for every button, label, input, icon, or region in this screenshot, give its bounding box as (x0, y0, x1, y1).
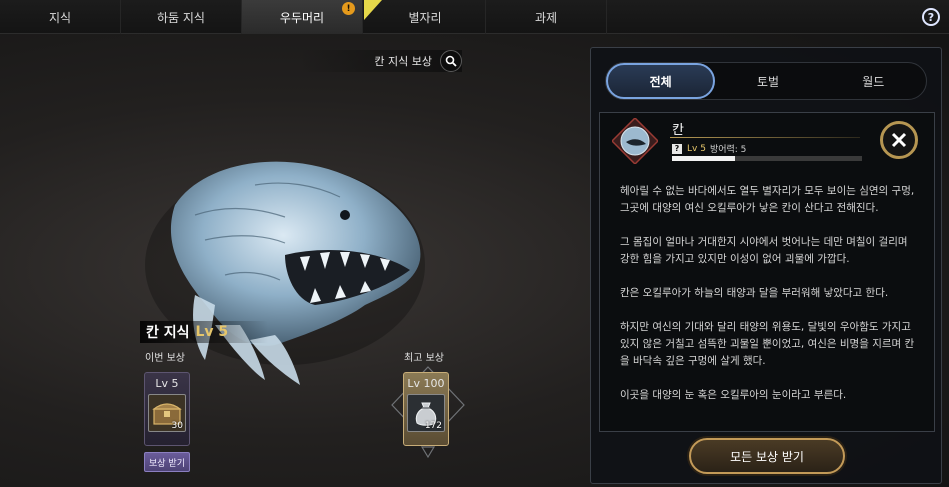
help-icon[interactable]: ? (922, 8, 940, 26)
tab-hadum-knowledge[interactable]: 하둠 지식 (121, 0, 242, 34)
boss-defense: 방어력: 5 (709, 145, 747, 155)
boss-stat-row: ? Lv 5 방어력: 5 (672, 142, 746, 155)
boss-level: Lv 5 (687, 143, 706, 154)
knowledge-title: 칸 지식 Lv 5 (140, 321, 269, 343)
tab-label: 하둠 지식 (157, 10, 205, 25)
boss-name-underline (670, 137, 860, 138)
best-reward-card[interactable]: Lv 100 172 (403, 372, 449, 446)
current-reward-label: 이번 보상 (145, 353, 185, 364)
knowledge-reward-search[interactable]: 칸 지식 보상 (300, 50, 462, 72)
top-tab-bar: 지식 하둠 지식 우두머리 ! 별자리 과제 ? (0, 0, 949, 34)
knowledge-level: Lv 5 (195, 324, 229, 340)
tab-label: 과제 (534, 10, 558, 25)
close-icon[interactable] (880, 121, 918, 159)
search-icon[interactable] (440, 50, 462, 72)
boss-progress-fill (672, 156, 735, 161)
tab-constellation[interactable]: 별자리 (365, 0, 486, 34)
best-reward-level: Lv 100 (407, 377, 445, 390)
tab-boss[interactable]: 우두머리 ! (242, 0, 363, 34)
description-paragraph: 칸은 오킬루아가 하늘의 태양과 달을 부러워해 낳았다고 한다. (620, 287, 889, 299)
unknown-stat-icon: ? (672, 143, 682, 154)
best-reward-label: 최고 보상 (404, 353, 444, 364)
filter-segment: 전체 토벌 월드 (605, 62, 927, 100)
best-reward-quantity: 172 (424, 421, 442, 431)
current-reward-quantity: 30 (171, 421, 183, 431)
boss-info-panel: 전체 토벌 월드 칸 ? Lv 5 방어력: 5 헤아릴 수 없는 바다에서도 … (590, 47, 942, 484)
tab-label: 우두머리 (279, 10, 325, 25)
boss-description: 헤아릴 수 없는 바다에서도 열두 별자리가 모두 보이는 심연의 구멍, 그곳… (620, 183, 920, 421)
alert-badge-icon: ! (342, 2, 355, 15)
treasure-chest-icon: 30 (148, 394, 186, 432)
boss-name: 칸 (672, 123, 684, 138)
knowledge-name: 칸 지식 (146, 325, 190, 341)
description-paragraph: 그 몸집이 얼마나 거대한지 시야에서 벗어나는 데만 며칠이 걸리며 강한 힘… (620, 236, 908, 265)
boss-detail-box: 칸 ? Lv 5 방어력: 5 헤아릴 수 없는 바다에서도 열두 별자리가 모… (599, 112, 935, 432)
kharn-portrait-icon (612, 118, 658, 164)
description-paragraph: 헤아릴 수 없는 바다에서도 열두 별자리가 모두 보이는 심연의 구멍, 그곳… (620, 185, 915, 214)
boss-knowledge-progress-bar (672, 156, 862, 161)
claim-reward-button[interactable]: 보상 받기 (144, 452, 190, 472)
description-paragraph: 하지만 여신의 기대와 달리 태양의 위용도, 달빛의 우아함도 가지고 있지 … (620, 321, 915, 367)
tab-tasks[interactable]: 과제 (486, 0, 607, 34)
tab-label: 지식 (48, 10, 72, 25)
description-paragraph: 이곳을 대양의 눈 혹은 오킬루아의 눈이라고 부른다. (620, 389, 847, 401)
current-reward-card[interactable]: Lv 5 30 (144, 372, 190, 446)
filter-subjugation-button[interactable]: 토벌 (715, 63, 820, 99)
current-reward-level: Lv 5 (155, 377, 179, 390)
tab-knowledge[interactable]: 지식 (0, 0, 121, 34)
filter-world-button[interactable]: 월드 (821, 63, 926, 99)
filter-all-button[interactable]: 전체 (606, 63, 716, 99)
pouch-icon: 172 (407, 394, 445, 432)
claim-all-rewards-button[interactable]: 모든 보상 받기 (689, 438, 845, 474)
search-label: 칸 지식 보상 (374, 55, 432, 68)
tab-label: 별자리 (408, 10, 442, 25)
